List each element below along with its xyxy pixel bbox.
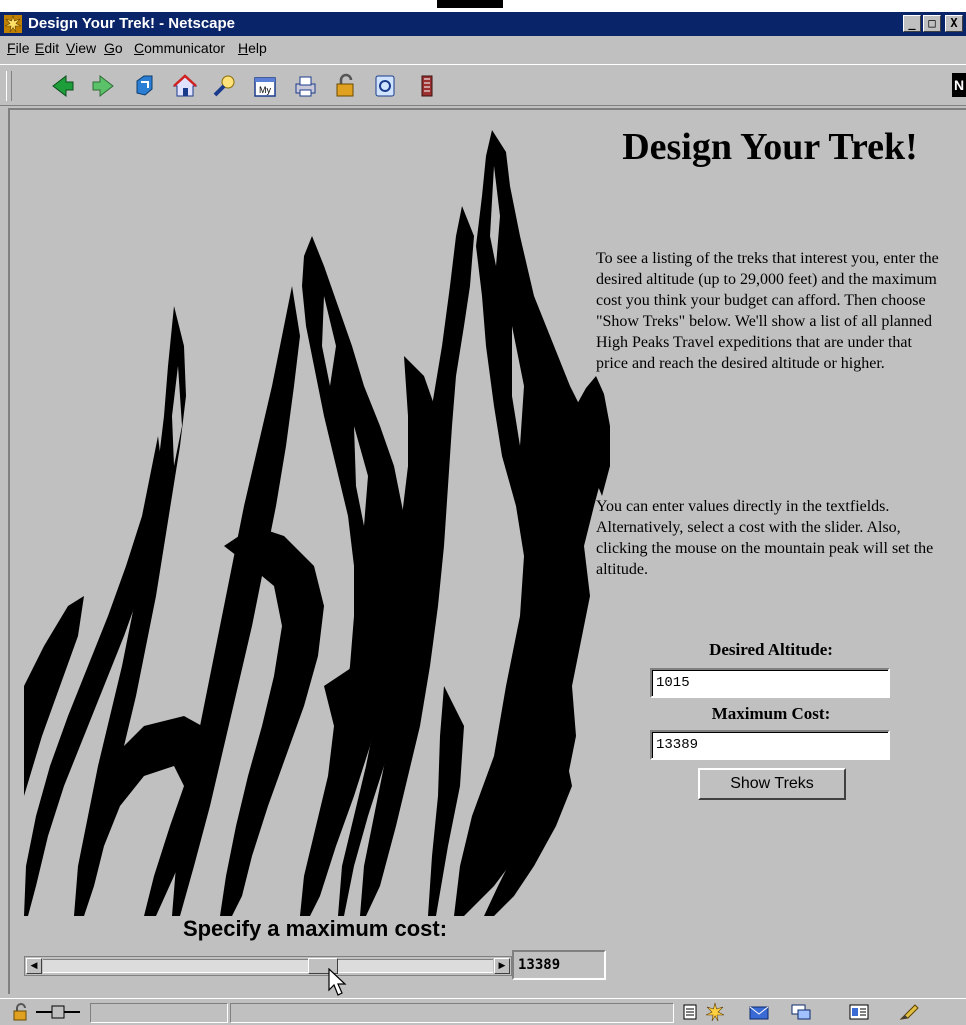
- slider-caption: Specify a maximum cost:: [182, 916, 448, 941]
- shop-icon[interactable]: [372, 73, 398, 99]
- status-message-panel: [230, 1003, 674, 1023]
- slider-left-arrow-icon[interactable]: ◀: [26, 958, 42, 974]
- netscape-logo[interactable]: N: [952, 73, 966, 97]
- discussions-icon[interactable]: [790, 1002, 812, 1022]
- title-bar: Design Your Trek! - Netscape _ □ X: [0, 12, 966, 36]
- altitude-label: Desired Altitude:: [709, 640, 833, 659]
- close-button[interactable]: X: [945, 15, 963, 32]
- cost-field[interactable]: [650, 730, 890, 760]
- slider-track[interactable]: [43, 959, 493, 973]
- background-blot: [437, 0, 503, 8]
- svg-text:My: My: [259, 85, 271, 95]
- toolbar-grip[interactable]: [6, 71, 12, 101]
- address-book-icon[interactable]: [848, 1002, 870, 1022]
- window-title: Design Your Trek! - Netscape: [28, 15, 236, 32]
- connection-status-icon: [34, 1002, 84, 1022]
- show-treks-button[interactable]: Show Treks: [698, 768, 846, 800]
- mountain-peak-image[interactable]: [24, 126, 610, 916]
- slider-value-display: 13389: [512, 950, 606, 980]
- forward-icon[interactable]: [90, 73, 116, 99]
- status-progress-panel: [90, 1003, 228, 1023]
- menu-go[interactable]: Go: [104, 40, 123, 56]
- mouse-cursor-icon: [328, 968, 347, 996]
- navigation-toolbar: My N: [0, 64, 966, 106]
- status-bar: [0, 998, 966, 1025]
- page-title: Design Your Trek!: [622, 126, 918, 168]
- menu-help[interactable]: Help: [238, 40, 267, 56]
- mailbox-icon[interactable]: [748, 1002, 770, 1022]
- menu-bar: File Edit View Go Communicator Help: [0, 38, 966, 62]
- slider-right-arrow-icon[interactable]: ▶: [494, 958, 510, 974]
- reload-icon[interactable]: [132, 73, 158, 99]
- composer-icon[interactable]: [898, 1002, 920, 1022]
- back-icon[interactable]: [50, 73, 76, 99]
- search-icon[interactable]: [212, 73, 238, 99]
- stop-icon[interactable]: [414, 73, 440, 99]
- top-strip: [0, 0, 966, 12]
- menu-view[interactable]: View: [66, 40, 96, 56]
- netscape-component-icon[interactable]: [704, 1002, 726, 1022]
- browser-window: Design Your Trek! - Netscape _ □ X File …: [0, 0, 966, 1025]
- print-icon[interactable]: [292, 73, 318, 99]
- minimize-button[interactable]: _: [903, 15, 921, 32]
- page-content: Design Your Trek! To see a listing of th…: [8, 108, 966, 996]
- menu-communicator[interactable]: Communicator: [134, 40, 225, 56]
- intro-paragraph: To see a listing of the treks that inter…: [596, 250, 939, 372]
- menu-edit[interactable]: Edit: [35, 40, 59, 56]
- home-icon[interactable]: [172, 73, 198, 99]
- maximize-button[interactable]: □: [923, 15, 941, 32]
- altitude-field[interactable]: [650, 668, 890, 698]
- instructions-paragraph: You can enter values directly in the tex…: [596, 498, 934, 578]
- security-icon[interactable]: [332, 73, 358, 99]
- my-netscape-icon[interactable]: My: [252, 73, 278, 99]
- cost-slider[interactable]: ◀ ▶: [24, 956, 512, 976]
- cost-label: Maximum Cost:: [711, 704, 831, 723]
- security-lock-icon[interactable]: [10, 1002, 32, 1022]
- netscape-app-icon: [4, 15, 22, 33]
- navigator-icon[interactable]: [680, 1002, 702, 1022]
- menu-file[interactable]: File: [7, 40, 30, 56]
